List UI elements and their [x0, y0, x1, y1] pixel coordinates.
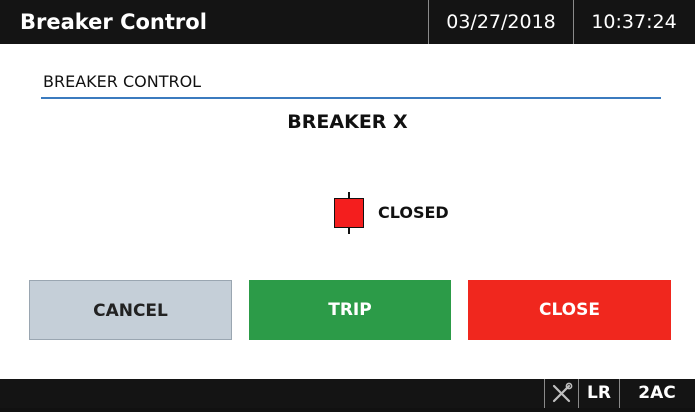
- breaker-status-icon: [333, 192, 365, 234]
- screen-title: Breaker Control: [20, 10, 207, 34]
- footer-bar: LR 2AC: [0, 379, 695, 408]
- time-display: 10:37:24: [591, 11, 677, 33]
- trip-button[interactable]: TRIP: [249, 280, 451, 340]
- section-divider: [41, 97, 661, 99]
- hmi-screen: Breaker Control 03/27/2018 10:37:24 BREA…: [0, 0, 695, 408]
- cancel-button[interactable]: CANCEL: [29, 280, 232, 340]
- section-label: BREAKER CONTROL: [43, 72, 202, 91]
- wrench-screwdriver-icon-graphic: [552, 382, 573, 403]
- date-display: 03/27/2018: [428, 0, 574, 44]
- breaker-status-icon-lead-bottom: [348, 227, 350, 234]
- breaker-status-text: CLOSED: [378, 203, 449, 222]
- alarm-count-indicator[interactable]: 2AC: [619, 379, 695, 408]
- header-bar: Breaker Control 03/27/2018 10:37:24: [0, 0, 695, 44]
- breaker-closed-indicator: [334, 198, 364, 228]
- close-button[interactable]: CLOSE: [468, 280, 671, 340]
- local-remote-indicator[interactable]: LR: [578, 379, 620, 408]
- wrench-screwdriver-icon[interactable]: [544, 379, 578, 408]
- breaker-name: BREAKER X: [287, 111, 408, 133]
